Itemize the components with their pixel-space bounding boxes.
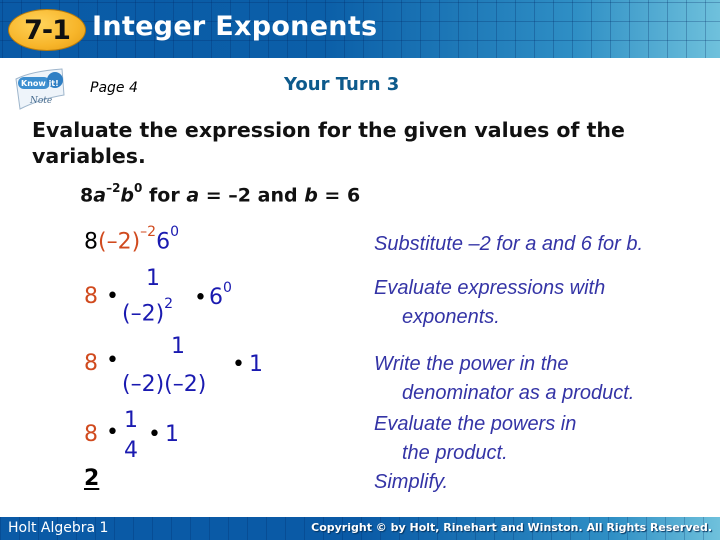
- section-title: Your Turn 3: [284, 74, 400, 95]
- problem-expression: 8a–2b0 for a = –2 and b = 6: [80, 181, 361, 207]
- step3-val: 1: [248, 352, 263, 377]
- step1-base: (–2): [98, 229, 141, 255]
- problem-var-a: a: [93, 184, 107, 207]
- step2-den-base: (–2): [122, 301, 165, 327]
- step2-denominator: (–2)2: [122, 296, 173, 327]
- lesson-number: 7-1: [24, 14, 71, 46]
- problem-exp-a: –2: [106, 181, 121, 195]
- explanation-2-line2: exponents.: [402, 306, 500, 328]
- logo-text-know: Know it!: [21, 79, 59, 88]
- step4-numerator: 1: [124, 408, 138, 433]
- explanation-4-line1: Evaluate the powers in: [374, 413, 577, 435]
- step1-exp: –2: [140, 224, 157, 240]
- footer-bar: Holt Algebra 1 Copyright © by Holt, Rine…: [0, 517, 720, 540]
- instructions: Evaluate the expression for the given va…: [32, 118, 625, 168]
- step3-numerator: 1: [171, 334, 185, 359]
- final-answer: 2: [84, 466, 100, 491]
- lesson-title: Integer Exponents: [92, 11, 378, 42]
- explanation-5: Simplify.: [374, 468, 448, 497]
- explanation-1-line1: Substitute –2 for a and 6 for b.: [374, 233, 644, 255]
- step4-val: 1: [164, 422, 179, 447]
- step3-coef: 8: [84, 351, 98, 376]
- step2-tail: •60: [194, 280, 232, 311]
- explanation-4-line2: the product.: [402, 442, 508, 464]
- step4-dot: •: [106, 420, 119, 445]
- step2-dot: •: [106, 284, 119, 309]
- step1-b: 6: [156, 229, 171, 255]
- problem-exp-b: 0: [134, 181, 143, 195]
- step3-dot: •: [106, 348, 119, 373]
- problem-for: for: [142, 184, 187, 207]
- explanation-4: Evaluate the powers in the product.: [374, 410, 576, 468]
- explanation-3-line1: Write the power in the: [374, 353, 569, 375]
- step4-denominator: 4: [124, 438, 138, 463]
- problem-coef: 8: [80, 184, 94, 207]
- step3-tail: • 1: [232, 352, 263, 377]
- footer-book-title: Holt Algebra 1: [8, 520, 109, 536]
- step2-b-exp: 0: [222, 280, 232, 296]
- step3-dot2: •: [232, 352, 245, 377]
- step-1: 8(–2)–260: [84, 224, 179, 255]
- step4-coef: 8: [84, 422, 98, 447]
- page-reference: Page 4: [90, 80, 138, 96]
- explanation-5-line1: Simplify.: [374, 471, 449, 493]
- header-banner: 7-1 Integer Exponents: [0, 0, 720, 58]
- problem-b-label: b: [304, 184, 318, 207]
- know-it-note-icon: Know it! Note: [15, 68, 65, 110]
- lesson-badge: 7-1: [8, 9, 86, 51]
- explanation-2-line1: Evaluate expressions with: [374, 277, 606, 299]
- step4-dot2: •: [148, 422, 161, 447]
- explanation-3: Write the power in the denominator as a …: [374, 350, 634, 408]
- explanation-3-line2: denominator as a product.: [402, 382, 635, 404]
- step2-coef: 8: [84, 284, 98, 309]
- problem-a-label: a: [186, 184, 200, 207]
- explanation-2: Evaluate expressions with exponents.: [374, 274, 605, 332]
- step4-tail: • 1: [148, 422, 179, 447]
- problem-a-value: = –2 and: [199, 184, 305, 207]
- step1-b-exp: 0: [170, 224, 180, 240]
- step2-den-exp: 2: [164, 296, 174, 312]
- problem-b-value: = 6: [317, 184, 361, 207]
- logo-text-note: Note: [29, 96, 52, 106]
- step2-b: 6: [208, 285, 223, 311]
- step2-numerator: 1: [146, 266, 160, 291]
- step1-coef: 8: [84, 229, 98, 255]
- footer-copyright: Copyright © by Holt, Rinehart and Winsto…: [311, 521, 712, 534]
- problem-var-b: b: [120, 184, 135, 207]
- step3-denominator: (–2)(–2): [122, 372, 207, 397]
- explanation-1: Substitute –2 for a and 6 for b.: [374, 230, 643, 259]
- step2-dot2: •: [194, 285, 207, 311]
